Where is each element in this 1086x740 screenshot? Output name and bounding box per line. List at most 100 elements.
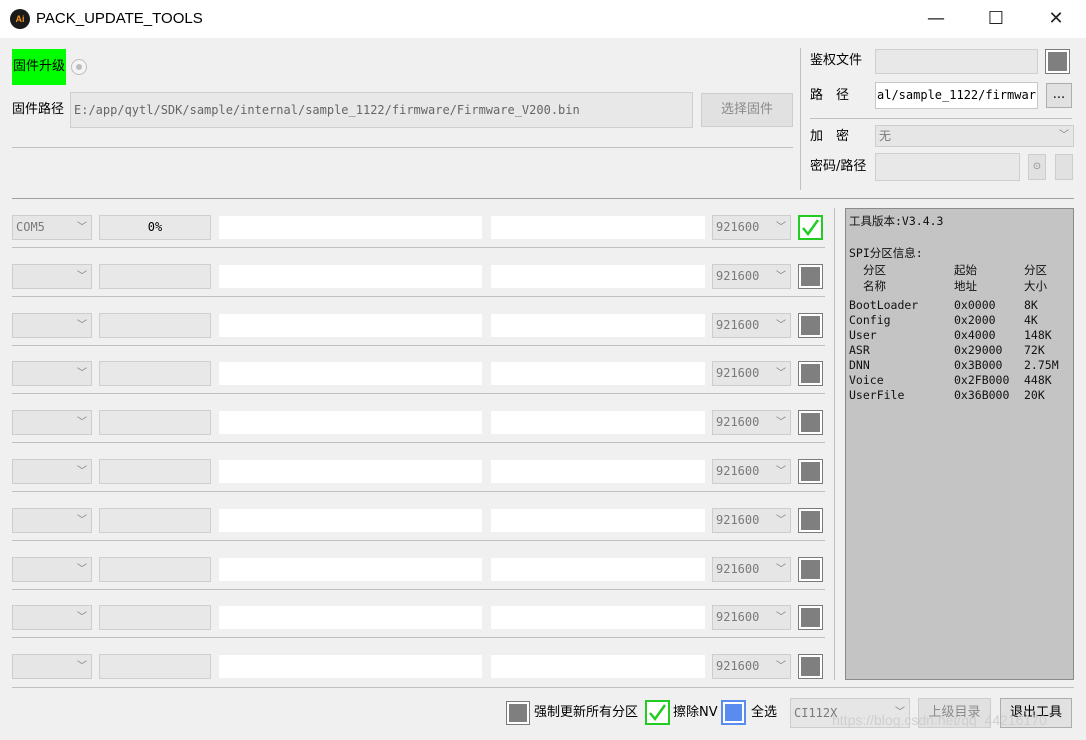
port-enable-checkbox[interactable]: [798, 508, 823, 533]
radio-dot-icon: [76, 64, 82, 70]
com-port-value: COM5: [16, 220, 45, 234]
message-field: [490, 459, 706, 484]
partition-name: User: [849, 328, 877, 342]
status-field: [218, 654, 483, 679]
partition-size: 72K: [1024, 343, 1045, 357]
chevron-down-icon: ﹀: [77, 515, 87, 526]
partition-name: DNN: [849, 358, 870, 372]
com-port-select[interactable]: ﹀: [12, 459, 92, 484]
partition-size: 20K: [1024, 388, 1045, 402]
baud-rate-value: 921600: [716, 269, 760, 283]
partition-size: 4K: [1024, 313, 1038, 327]
partition-addr: 0x2FB000: [954, 373, 1010, 387]
row-divider: [12, 637, 825, 638]
chevron-down-icon: ﹀: [77, 417, 87, 428]
header-name-1: 分区: [863, 263, 886, 277]
auth-file-input[interactable]: [875, 49, 1038, 74]
port-enable-checkbox[interactable]: [798, 410, 823, 435]
baud-rate-select[interactable]: 921600 ﹀: [712, 264, 791, 289]
message-field: [490, 654, 706, 679]
com-port-select[interactable]: ﹀: [12, 605, 92, 630]
baud-rate-select[interactable]: 921600 ﹀: [712, 410, 791, 435]
baud-rate-select[interactable]: 921600 ﹀: [712, 654, 791, 679]
firmware-divider: [12, 147, 793, 148]
port-enable-checkbox[interactable]: [798, 654, 823, 679]
chevron-down-icon: ﹀: [776, 564, 786, 575]
header-addr-2: 地址: [954, 279, 977, 293]
status-field: [218, 361, 483, 386]
watermark-text: https://blog.csdn.net/qq_44216170: [832, 712, 1047, 728]
erase-nv-checkbox[interactable]: [645, 700, 670, 725]
browse-auth-button[interactable]: ...: [1046, 83, 1072, 108]
progress-field: [99, 264, 211, 289]
partition-size: 8K: [1024, 298, 1038, 312]
firmware-path-input[interactable]: E:/app/qytl/SDK/sample/internal/sample_1…: [70, 92, 693, 128]
baud-rate-select[interactable]: 921600 ﹀: [712, 605, 791, 630]
encrypt-label: 加 密: [810, 129, 850, 144]
baud-rate-select[interactable]: 921600 ﹀: [712, 215, 791, 240]
select-all-checkbox[interactable]: [721, 700, 746, 725]
baud-rate-select[interactable]: 921600 ﹀: [712, 508, 791, 533]
com-port-select[interactable]: ﹀: [12, 508, 92, 533]
row-divider: [12, 345, 825, 346]
password-path-input[interactable]: [875, 153, 1020, 181]
com-port-select[interactable]: COM5 ﹀: [12, 215, 92, 240]
chevron-down-icon: ﹀: [77, 612, 87, 623]
check-icon: [649, 704, 667, 722]
com-port-select[interactable]: ﹀: [12, 557, 92, 582]
com-port-select[interactable]: ﹀: [12, 313, 92, 338]
firmware-path-label: 固件路径: [12, 102, 65, 117]
info-panel: 工具版本:V3.4.3 SPI分区信息: 分区 起始 分区 名称 地址 大小 B…: [845, 208, 1074, 680]
row-divider: [12, 296, 825, 297]
force-update-checkbox[interactable]: [506, 701, 530, 725]
minimize-button[interactable]: —: [906, 0, 966, 38]
chevron-down-icon: ﹀: [776, 222, 786, 233]
port-enable-checkbox[interactable]: [798, 459, 823, 484]
baud-rate-select[interactable]: 921600 ﹀: [712, 459, 791, 484]
maximize-button[interactable]: ☐: [966, 0, 1026, 38]
status-field: [218, 557, 483, 582]
select-firmware-button[interactable]: 选择固件: [701, 93, 793, 127]
port-enable-checkbox[interactable]: [798, 605, 823, 630]
port-enable-checkbox[interactable]: [798, 215, 823, 240]
header-name-2: 名称: [863, 279, 886, 293]
close-button[interactable]: ✕: [1026, 0, 1086, 38]
progress-field: 0%: [99, 215, 211, 240]
row-divider: [12, 393, 825, 394]
port-enable-checkbox[interactable]: [798, 557, 823, 582]
eye-icon: ⊙: [1032, 161, 1042, 172]
firmware-upgrade-label: 固件升级: [12, 49, 67, 85]
chevron-down-icon: ﹀: [77, 368, 87, 379]
password-browse-button[interactable]: [1055, 154, 1073, 180]
chevron-down-icon: ﹀: [776, 612, 786, 623]
port-enable-checkbox[interactable]: [798, 361, 823, 386]
status-field: [218, 508, 483, 533]
password-visibility-button[interactable]: ⊙: [1028, 154, 1046, 180]
main-divider: [12, 198, 1074, 199]
partition-addr: 0x0000: [954, 298, 996, 312]
window-title: PACK_UPDATE_TOOLS: [36, 10, 203, 27]
baud-rate-value: 921600: [716, 318, 760, 332]
auth-file-checkbox[interactable]: [1045, 49, 1070, 74]
auth-path-input[interactable]: al/sample_1122/firmware: [875, 82, 1038, 109]
status-field: [218, 264, 483, 289]
com-port-select[interactable]: ﹀: [12, 654, 92, 679]
partition-addr: 0x2000: [954, 313, 996, 327]
chevron-down-icon: ﹀: [776, 466, 786, 477]
chevron-down-icon: ﹀: [776, 271, 786, 282]
encrypt-select[interactable]: 无 ﹀: [875, 125, 1074, 147]
progress-field: [99, 605, 211, 630]
com-port-select[interactable]: ﹀: [12, 410, 92, 435]
chevron-down-icon: ﹀: [77, 222, 87, 233]
com-port-select[interactable]: ﹀: [12, 361, 92, 386]
firmware-upgrade-radio[interactable]: [71, 59, 87, 75]
port-enable-checkbox[interactable]: [798, 313, 823, 338]
com-port-select[interactable]: ﹀: [12, 264, 92, 289]
header-size-1: 分区: [1024, 263, 1047, 277]
message-field: [490, 508, 706, 533]
baud-rate-select[interactable]: 921600 ﹀: [712, 361, 791, 386]
encrypt-value: 无: [879, 129, 892, 143]
baud-rate-select[interactable]: 921600 ﹀: [712, 557, 791, 582]
port-enable-checkbox[interactable]: [798, 264, 823, 289]
baud-rate-select[interactable]: 921600 ﹀: [712, 313, 791, 338]
